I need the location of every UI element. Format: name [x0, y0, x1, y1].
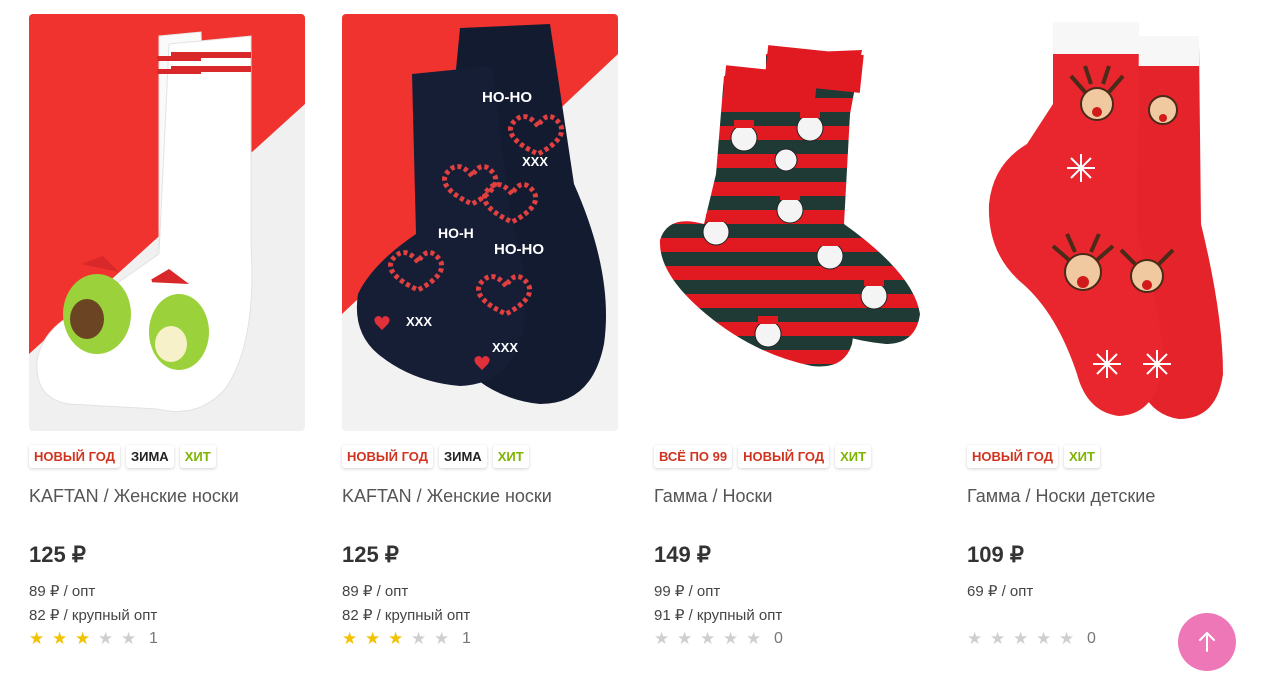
- product-price: 109 ₽: [967, 542, 1024, 567]
- review-count: 1: [462, 630, 471, 647]
- navy-hoho-socks-image: HO-HO XXX HO-H HO-HO XXX XXX: [342, 14, 618, 431]
- star-icon: ★: [746, 629, 762, 648]
- review-count: 0: [774, 630, 783, 647]
- review-count: 0: [1087, 630, 1096, 647]
- star-icon: ★: [654, 629, 670, 648]
- bulk-wholesale-price: 82 ₽ / крупный опт: [29, 607, 158, 624]
- product-price: 125 ₽: [29, 542, 86, 567]
- arrow-up-icon: [1199, 632, 1215, 652]
- badge-hit[interactable]: ХИТ: [835, 445, 872, 468]
- star-icon: ★: [967, 629, 983, 648]
- product-card[interactable]: НОВЫЙ ГОД ЗИМА ХИТ KAFTAN / Женские носк…: [29, 14, 307, 674]
- product-card[interactable]: НОВЫЙ ГОД ХИТ Гамма / Носки детские 109 …: [967, 14, 1245, 674]
- product-title[interactable]: Гамма / Носки: [654, 486, 772, 507]
- product-title[interactable]: KAFTAN / Женские носки: [29, 486, 239, 507]
- product-card[interactable]: ВСЁ ПО 99 НОВЫЙ ГОД ХИТ Гамма / Носки 14…: [654, 14, 932, 674]
- badge-new-year[interactable]: НОВЫЙ ГОД: [342, 445, 433, 468]
- wholesale-price: 89 ₽ / опт: [29, 583, 96, 600]
- wholesale-price: 99 ₽ / опт: [654, 583, 721, 600]
- product-rating[interactable]: ★ ★ ★ ★ ★ 0: [967, 630, 1096, 648]
- badge-list: НОВЫЙ ГОД ЗИМА ХИТ: [342, 445, 529, 468]
- star-icon: ★: [723, 629, 739, 648]
- product-rating[interactable]: ★ ★ ★ ★ ★ 0: [654, 630, 783, 648]
- product-grid: НОВЫЙ ГОД ЗИМА ХИТ KAFTAN / Женские носк…: [0, 0, 1280, 683]
- badge-new-year[interactable]: НОВЫЙ ГОД: [967, 445, 1058, 468]
- badge-winter[interactable]: ЗИМА: [438, 445, 487, 468]
- star-icon: ★: [1059, 629, 1075, 648]
- product-title[interactable]: KAFTAN / Женские носки: [342, 486, 552, 507]
- svg-text:HO-HO: HO-HO: [494, 241, 544, 258]
- badge-all-99[interactable]: ВСЁ ПО 99: [654, 445, 733, 468]
- badge-winter[interactable]: ЗИМА: [125, 445, 174, 468]
- product-image[interactable]: [654, 14, 930, 431]
- scroll-to-top-button[interactable]: [1178, 613, 1236, 671]
- star-icon: ★: [388, 629, 404, 648]
- review-count: 1: [149, 630, 158, 647]
- striped-santa-socks-image: [654, 14, 930, 431]
- avocado-socks-image: [29, 14, 305, 431]
- badge-hit[interactable]: ХИТ: [179, 445, 216, 468]
- badge-new-year[interactable]: НОВЫЙ ГОД: [738, 445, 830, 468]
- wholesale-price: 69 ₽ / опт: [967, 583, 1034, 600]
- star-icon: ★: [677, 629, 693, 648]
- product-rating[interactable]: ★ ★ ★ ★ ★ 1: [29, 630, 158, 648]
- svg-text:HO-HO: HO-HO: [482, 89, 532, 106]
- product-image[interactable]: [967, 14, 1243, 431]
- badge-list: НОВЫЙ ГОД ЗИМА ХИТ: [29, 445, 216, 468]
- svg-text:HO-H: HO-H: [438, 225, 474, 241]
- star-icon: ★: [121, 629, 137, 648]
- star-icon: ★: [75, 629, 91, 648]
- star-icon: ★: [411, 629, 427, 648]
- reindeer-socks-image: [967, 14, 1243, 431]
- svg-text:XXX: XXX: [492, 340, 518, 355]
- star-icon: ★: [1036, 629, 1052, 648]
- product-price: 125 ₽: [342, 542, 399, 567]
- product-image[interactable]: [29, 14, 305, 431]
- star-icon: ★: [700, 629, 716, 648]
- product-rating[interactable]: ★ ★ ★ ★ ★ 1: [342, 630, 471, 648]
- badge-list: ВСЁ ПО 99 НОВЫЙ ГОД ХИТ: [654, 445, 872, 468]
- badge-new-year[interactable]: НОВЫЙ ГОД: [29, 445, 120, 468]
- product-price: 149 ₽: [654, 542, 711, 567]
- star-icon: ★: [1013, 629, 1029, 648]
- badge-hit[interactable]: ХИТ: [1063, 445, 1100, 468]
- svg-text:XXX: XXX: [406, 314, 432, 329]
- star-icon: ★: [365, 629, 381, 648]
- star-icon: ★: [52, 629, 68, 648]
- product-card[interactable]: HO-HO XXX HO-H HO-HO XXX XXX НОВЫЙ ГОД З…: [342, 14, 620, 674]
- product-title[interactable]: Гамма / Носки детские: [967, 486, 1155, 507]
- star-icon: ★: [29, 629, 45, 648]
- bulk-wholesale-price: 82 ₽ / крупный опт: [342, 607, 471, 624]
- svg-text:XXX: XXX: [522, 154, 548, 169]
- product-image[interactable]: HO-HO XXX HO-H HO-HO XXX XXX: [342, 14, 618, 431]
- star-icon: ★: [990, 629, 1006, 648]
- star-icon: ★: [434, 629, 450, 648]
- star-icon: ★: [98, 629, 114, 648]
- star-icon: ★: [342, 629, 358, 648]
- badge-list: НОВЫЙ ГОД ХИТ: [967, 445, 1100, 468]
- badge-hit[interactable]: ХИТ: [492, 445, 529, 468]
- wholesale-price: 89 ₽ / опт: [342, 583, 409, 600]
- bulk-wholesale-price: 91 ₽ / крупный опт: [654, 607, 783, 624]
